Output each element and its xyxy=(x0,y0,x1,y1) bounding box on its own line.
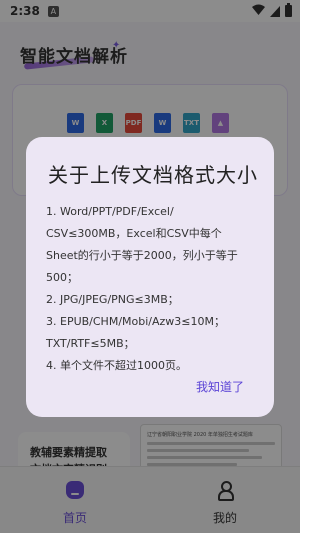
dialog-line: TXT/RTF≤5MB； xyxy=(46,337,135,350)
dialog-title: 关于上传文档格式大小 xyxy=(48,163,258,187)
dialog-line: CSV≤300MB，Excel和CSV中每个 xyxy=(46,227,222,240)
dialog-line: 1. Word/PPT/PDF/Excel/ xyxy=(46,205,174,218)
confirm-button[interactable]: 我知道了 xyxy=(196,378,244,395)
dialog-line: 3. EPUB/CHM/Mobi/Azw3≤10M； xyxy=(46,315,225,328)
dialog-line: 500； xyxy=(46,271,78,284)
dialog-line: Sheet的行小于等于2000，列小于等于 xyxy=(46,249,238,262)
dialog-line: 2. JPG/JPEG/PNG≤3MB； xyxy=(46,293,179,306)
upload-format-dialog: 关于上传文档格式大小 1. Word/PPT/PDF/Excel/ CSV≤30… xyxy=(26,137,274,417)
dialog-body: 1. Word/PPT/PDF/Excel/ CSV≤300MB，Excel和C… xyxy=(46,201,260,377)
dialog-line: 4. 单个文件不超过1000页。 xyxy=(46,359,187,372)
